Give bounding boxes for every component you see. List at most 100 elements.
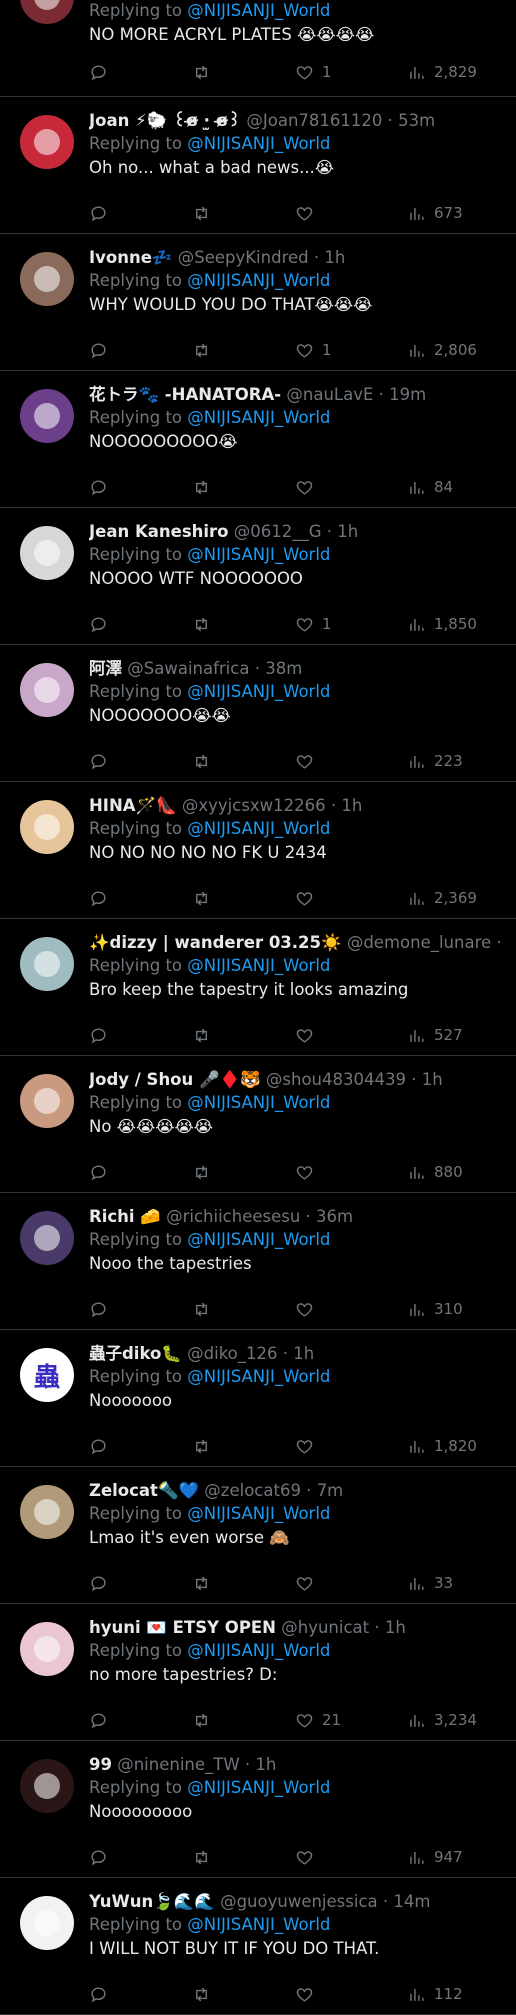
like-button[interactable] [295, 750, 322, 772]
user-handle[interactable]: @diko_126 [187, 1344, 277, 1363]
views-button[interactable]: 2,369 [407, 887, 477, 909]
timestamp[interactable]: 1h [255, 1755, 276, 1774]
avatar[interactable] [20, 1485, 74, 1539]
views-button[interactable]: 33 [407, 1572, 453, 1594]
reply-tweet[interactable]: Zelocat🔦💙 @zelocat69 · 7m Replying to @N… [0, 1467, 516, 1604]
reply-tweet[interactable]: · Replying to @NIJISANJI_World NO MORE A… [0, 0, 516, 97]
reply-button[interactable] [89, 476, 108, 498]
avatar[interactable] [20, 115, 74, 169]
repost-button[interactable] [192, 1024, 211, 1046]
timestamp[interactable]: 1h [324, 248, 345, 267]
reply-tweet[interactable]: Ivonne💤 @SeepyKindred · 1h Replying to @… [0, 234, 516, 371]
mention-link[interactable]: @NIJISANJI_World [187, 1230, 330, 1249]
reply-button[interactable] [89, 1846, 108, 1868]
user-handle[interactable]: @Sawainafrica [127, 659, 249, 678]
reply-button[interactable] [89, 887, 108, 909]
like-button[interactable] [295, 202, 322, 224]
like-button[interactable]: 1 [295, 61, 332, 83]
avatar[interactable] [20, 1211, 74, 1265]
repost-button[interactable] [192, 1709, 211, 1731]
like-button[interactable] [295, 1983, 322, 2005]
views-button[interactable]: 673 [407, 202, 463, 224]
avatar[interactable] [20, 0, 74, 24]
repost-button[interactable] [192, 1572, 211, 1594]
display-name[interactable]: hyuni 💌 ETSY OPEN [89, 1618, 276, 1637]
timestamp[interactable]: 38m [265, 659, 302, 678]
mention-link[interactable]: @NIJISANJI_World [187, 956, 330, 975]
views-button[interactable]: 84 [407, 476, 453, 498]
mention-link[interactable]: @NIJISANJI_World [187, 1367, 330, 1386]
reply-button[interactable] [89, 613, 108, 635]
reply-tweet[interactable]: Richi 🧀 @richiicheesesu · 36m Replying t… [0, 1193, 516, 1330]
user-handle[interactable]: @Joan78161120 [246, 111, 382, 130]
display-name[interactable]: YuWun🍃🌊🌊 [89, 1892, 215, 1911]
reply-tweet[interactable]: YuWun🍃🌊🌊 @guoyuwenjessica · 14m Replying… [0, 1878, 516, 2015]
reply-button[interactable] [89, 1298, 108, 1320]
user-handle[interactable]: @xyyjcsxw12266 [182, 796, 326, 815]
display-name[interactable]: Joan ⚡🐑 ꒰ɞ̴̶̷ ·̫ ɞ̴̶̷꒱ [89, 111, 246, 130]
reply-button[interactable] [89, 1435, 108, 1457]
mention-link[interactable]: @NIJISANJI_World [187, 271, 330, 290]
avatar[interactable] [20, 1074, 74, 1128]
timestamp[interactable]: 19m [389, 385, 426, 404]
reply-button[interactable] [89, 1983, 108, 2005]
reply-tweet[interactable]: 蟲 蟲子diko🐛 @diko_126 · 1h Replying to @NI… [0, 1330, 516, 1467]
display-name[interactable]: ✨dizzy | wanderer 03.25☀️ [89, 933, 342, 952]
reply-tweet[interactable]: hyuni 💌 ETSY OPEN @hyunicat · 1h Replyin… [0, 1604, 516, 1741]
mention-link[interactable]: @NIJISANJI_World [187, 682, 330, 701]
timestamp[interactable]: 36m [316, 1207, 353, 1226]
user-handle[interactable]: @demone_lunare [347, 933, 491, 952]
mention-link[interactable]: @NIJISANJI_World [187, 1778, 330, 1797]
user-handle[interactable]: @hyunicat [281, 1618, 369, 1637]
like-button[interactable] [295, 1435, 322, 1457]
timestamp[interactable]: 1h [385, 1618, 406, 1637]
user-handle[interactable]: @ninenine_TW [117, 1755, 239, 1774]
timestamp[interactable]: 1h [293, 1344, 314, 1363]
mention-link[interactable]: @NIJISANJI_World [187, 545, 330, 564]
mention-link[interactable]: @NIJISANJI_World [187, 1093, 330, 1112]
user-handle[interactable]: @nauLavE [286, 385, 373, 404]
like-button[interactable]: 21 [295, 1709, 341, 1731]
like-button[interactable] [295, 887, 322, 909]
display-name[interactable]: Zelocat🔦💙 [89, 1481, 199, 1500]
display-name[interactable]: Richi 🧀 [89, 1207, 161, 1226]
user-handle[interactable]: @zelocat69 [204, 1481, 301, 1500]
views-button[interactable]: 310 [407, 1298, 463, 1320]
like-button[interactable] [295, 1846, 322, 1868]
user-handle[interactable]: @guoyuwenjessica [220, 1892, 378, 1911]
user-handle[interactable]: @shou48304439 [266, 1070, 406, 1089]
avatar[interactable]: 蟲 [20, 1348, 74, 1402]
display-name[interactable]: Ivonne💤 [89, 248, 172, 267]
avatar[interactable] [20, 1896, 74, 1950]
like-button[interactable]: 1 [295, 613, 332, 635]
reply-tweet[interactable]: Jean Kaneshiro @0612__G · 1h Replying to… [0, 508, 516, 645]
repost-button[interactable] [192, 202, 211, 224]
repost-button[interactable] [192, 887, 211, 909]
avatar[interactable] [20, 663, 74, 717]
views-button[interactable]: 2,829 [407, 61, 477, 83]
like-button[interactable] [295, 1298, 322, 1320]
timestamp[interactable]: 1h [341, 796, 362, 815]
display-name[interactable]: Jody / Shou 🎤♦️🐯 [89, 1070, 261, 1089]
repost-button[interactable] [192, 476, 211, 498]
display-name[interactable]: 蟲子diko🐛 [89, 1344, 182, 1363]
timestamp[interactable]: 7m [317, 1481, 344, 1500]
repost-button[interactable] [192, 1435, 211, 1457]
avatar[interactable] [20, 800, 74, 854]
timestamp[interactable]: 1h [422, 1070, 443, 1089]
views-button[interactable]: 1,850 [407, 613, 477, 635]
repost-button[interactable] [192, 613, 211, 635]
display-name[interactable]: 阿澤 [89, 659, 122, 678]
mention-link[interactable]: @NIJISANJI_World [187, 1504, 330, 1523]
timestamp[interactable]: 14m [393, 1892, 430, 1911]
reply-tweet[interactable]: ✨dizzy | wanderer 03.25☀️ @demone_lunare… [0, 919, 516, 1056]
repost-button[interactable] [192, 1298, 211, 1320]
display-name[interactable]: 花トラ🐾 -HANATORA- [89, 385, 281, 404]
user-handle[interactable]: @richiicheesesu [166, 1207, 300, 1226]
user-handle[interactable]: @0612__G [234, 522, 322, 541]
repost-button[interactable] [192, 61, 211, 83]
like-button[interactable] [295, 1572, 322, 1594]
mention-link[interactable]: @NIJISANJI_World [187, 1, 330, 20]
like-button[interactable] [295, 1024, 322, 1046]
repost-button[interactable] [192, 1846, 211, 1868]
